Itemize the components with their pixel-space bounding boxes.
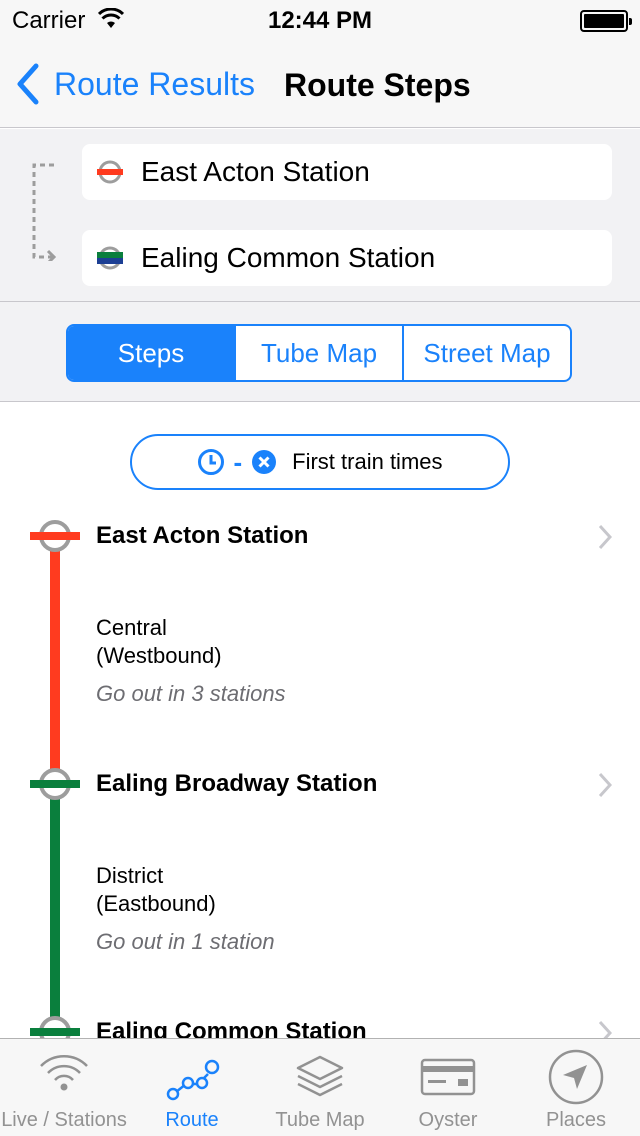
station-node-icon (30, 520, 80, 552)
chevron-right-icon[interactable] (598, 524, 612, 550)
tab-label: Live / Stations (1, 1109, 127, 1131)
tab-bar: Live / Stations Route Tube Map Oyster Pl… (0, 1038, 640, 1136)
journey-panel: East Acton Station Ealing Common Station (0, 129, 640, 302)
card-icon (420, 1058, 476, 1096)
layers-icon (296, 1055, 344, 1097)
view-switcher-area: Steps Tube Map Street Map (0, 302, 640, 402)
chevron-right-icon[interactable] (598, 772, 612, 798)
step-direction-westbound: (Westbound) (96, 643, 222, 668)
origin-field[interactable]: East Acton Station (82, 144, 612, 200)
back-button-label: Route Results (54, 65, 255, 102)
tab-tube-map[interactable]: Tube Map (256, 1039, 384, 1136)
tab-oyster[interactable]: Oyster (384, 1039, 512, 1136)
journey-connector-icon (32, 163, 57, 261)
tab-label: Places (545, 1109, 607, 1131)
segment-steps[interactable]: Steps (68, 326, 236, 380)
close-circle-icon (252, 450, 277, 474)
step-line-central: Central (96, 615, 167, 640)
tab-route[interactable]: Route (128, 1039, 256, 1136)
central-line-roundel-icon (97, 160, 123, 184)
view-segmented-control: Steps Tube Map Street Map (66, 324, 572, 382)
chevron-left-icon (17, 63, 39, 105)
status-time: 12:44 PM (267, 7, 373, 34)
battery-icon (580, 10, 632, 32)
route-icon (166, 1059, 220, 1101)
back-button[interactable]: Route Results (14, 62, 255, 106)
navigation-bar: Route Results Route Steps (0, 40, 640, 128)
station-node-icon (30, 1016, 80, 1038)
signal-icon (40, 1055, 88, 1091)
district-line-segment (50, 784, 60, 1032)
tab-live-stations[interactable]: Live / Stations (0, 1039, 128, 1136)
segment-street-map[interactable]: Street Map (404, 326, 570, 380)
step-stops-note: Go out in 1 station (96, 929, 275, 954)
page-title: Route Steps (284, 67, 471, 103)
tab-places[interactable]: Places (512, 1039, 640, 1136)
origin-station: East Acton Station (141, 156, 370, 187)
destination-station: Ealing Common Station (141, 242, 436, 273)
segment-tube-map[interactable]: Tube Map (236, 326, 404, 380)
step-line-district: District (96, 863, 164, 888)
multi-line-roundel-icon (97, 246, 123, 270)
tab-label: Oyster (418, 1109, 478, 1131)
step-direction-eastbound: (Eastbound) (96, 891, 216, 916)
step-station-ealing-common[interactable]: Ealing Common Station (96, 1018, 367, 1038)
chevron-right-icon[interactable] (598, 1020, 612, 1038)
route-steps-list: East Acton Station Central (Westbound) G… (0, 500, 640, 1038)
destination-field[interactable]: Ealing Common Station (82, 230, 612, 286)
clock-icon (198, 449, 225, 475)
step-stops-note: Go out in 3 stations (96, 681, 286, 706)
step-station-east-acton[interactable]: East Acton Station (96, 522, 308, 550)
station-node-icon (30, 768, 80, 800)
tab-label: Route (165, 1109, 219, 1131)
central-line-segment (50, 536, 60, 784)
step-station-ealing-broadway[interactable]: Ealing Broadway Station (96, 770, 377, 798)
tab-label: Tube Map (275, 1109, 365, 1131)
location-arrow-icon (548, 1049, 604, 1105)
time-range-dash: - (233, 446, 243, 477)
first-train-times-label: First train times (292, 449, 443, 474)
first-train-times-button[interactable]: - First train times (130, 434, 510, 490)
status-bar: Carrier 12:44 PM (0, 0, 640, 40)
